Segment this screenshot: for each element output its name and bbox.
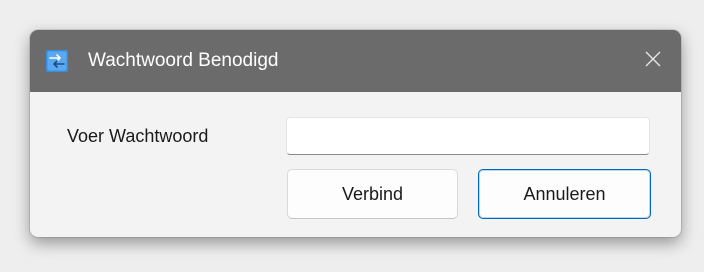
close-button[interactable] <box>625 30 681 92</box>
window-title: Wachtwoord Benodigd <box>88 50 279 71</box>
cancel-button[interactable]: Annuleren <box>478 169 651 219</box>
network-connection-icon <box>46 50 68 72</box>
connect-button[interactable]: Verbind <box>287 169 458 219</box>
close-icon <box>645 51 661 72</box>
cancel-button-label: Annuleren <box>523 183 606 204</box>
title-bar[interactable]: Wachtwoord Benodigd <box>30 30 681 92</box>
password-label: Voer Wachtwoord <box>67 126 209 146</box>
connect-button-label: Verbind <box>341 183 404 204</box>
password-input[interactable] <box>286 117 650 155</box>
password-dialog: Wachtwoord Benodigd Voer Wachtwoord Verb… <box>30 30 681 237</box>
